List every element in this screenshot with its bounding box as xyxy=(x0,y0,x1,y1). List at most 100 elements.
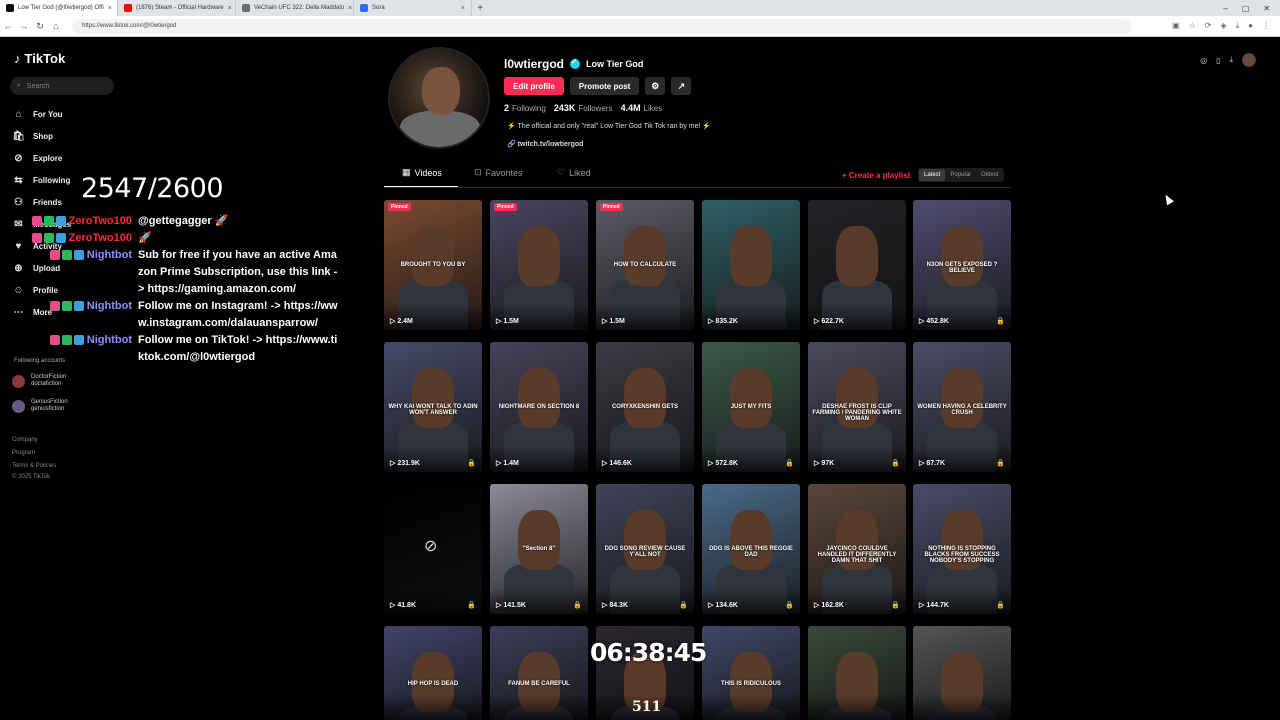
video-card[interactable]: THIS IS RIDICULOUS xyxy=(702,626,800,720)
view-count: 162.8K xyxy=(821,602,844,609)
sort-popular[interactable]: Popular xyxy=(945,169,976,181)
video-card[interactable]: N3ON GETS EXPOSED ? BELIEVE ▷ 452.8K 🔒 xyxy=(913,200,1011,330)
lock-icon: 🔒 xyxy=(891,602,900,609)
video-views: ▷ 2.4M xyxy=(390,317,413,325)
video-card[interactable]: NOTHING IS STOPPING BLACKS FROM SUCCESS … xyxy=(913,484,1011,614)
video-card[interactable]: ▷ 835.2K xyxy=(702,200,800,330)
maximize-icon[interactable]: ▢ xyxy=(1242,4,1250,13)
tab-close-icon[interactable]: × xyxy=(348,5,352,12)
profile-avatar[interactable] xyxy=(388,47,490,149)
sidebar-item-explore[interactable]: ⊘ Explore xyxy=(12,147,71,169)
following-stat[interactable]: 2 Following xyxy=(504,103,546,113)
forward-icon[interactable]: → xyxy=(16,21,32,31)
thumbnail-shade xyxy=(490,694,588,720)
sort-oldest[interactable]: Oldest xyxy=(976,169,1003,181)
sidebar-item-for-you[interactable]: ⌂ For You xyxy=(12,103,71,125)
window-controls: – ▢ ✕ xyxy=(1223,0,1276,16)
browser-tab[interactable]: Sora × xyxy=(354,0,472,16)
browser-tab[interactable]: Low Tier God (@l0wtiergod) Offi × xyxy=(0,0,118,16)
chat-badge-icon xyxy=(73,250,84,260)
edit-profile-button[interactable]: Edit profile xyxy=(504,77,564,95)
tab-close-icon[interactable]: × xyxy=(461,5,465,12)
video-card[interactable]: WOMEN HAVING A CELEBRITY CRUSH ▷ 87.7K 🔒 xyxy=(913,342,1011,472)
video-card[interactable]: Pinned BROUGHT TO YOU BY ▷ 2.4M xyxy=(384,200,482,330)
user-avatar[interactable] xyxy=(1242,53,1256,67)
tiktok-logo[interactable]: ♪ TikTok xyxy=(14,51,65,66)
video-card[interactable]: JUST MY FITS ▷ 572.8K 🔒 xyxy=(702,342,800,472)
chat-text: @gettegagger 🚀 xyxy=(138,215,229,227)
browser-tab[interactable]: (1876) Steam - Official Hardware × xyxy=(118,0,236,16)
profile-link[interactable]: 🔗 twitch.tv/lowtiergod xyxy=(507,140,583,148)
view-count: 1.4M xyxy=(503,460,519,467)
video-card[interactable]: DDG IS ABOVE THIS REGGIE DAD ▷ 134.6K 🔒 xyxy=(702,484,800,614)
create-playlist-button[interactable]: + Create a playlist xyxy=(842,171,910,180)
new-tab-button[interactable]: + xyxy=(472,3,488,14)
back-icon[interactable]: ← xyxy=(0,21,16,31)
extension-icon[interactable]: ▣ xyxy=(1172,21,1180,31)
video-card[interactable]: HIP HOP IS DEAD xyxy=(384,626,482,720)
following-icon: ⇆ xyxy=(14,174,23,186)
view-count: 1.5M xyxy=(503,318,519,325)
footer-company[interactable]: Company xyxy=(12,434,56,447)
video-views: ▷ 84.3K xyxy=(602,601,628,609)
video-views: ▷ 141.5K xyxy=(496,601,526,609)
tab-close-icon[interactable]: × xyxy=(108,5,112,12)
search-icon: ⌕ xyxy=(17,82,21,89)
video-card[interactable]: ▷ 622.7K xyxy=(808,200,906,330)
sidebar-item-following[interactable]: ⇆ Following xyxy=(12,169,71,191)
tab-close-icon[interactable]: × xyxy=(228,5,232,12)
minimize-icon[interactable]: – xyxy=(1223,4,1227,13)
sidebar-item-shop[interactable]: 🛍 Shop xyxy=(12,125,71,147)
profile-icon[interactable]: ● xyxy=(1248,21,1253,31)
video-card[interactable]: DESHAE FROST IS CLIP FARMING / PANDERING… xyxy=(808,342,906,472)
tab-videos[interactable]: ▦ Videos xyxy=(402,167,442,178)
followed-account[interactable]: GeniusFiction geniusfiction xyxy=(12,399,68,413)
chat-text: Sub for free if you have an active Amazo… xyxy=(138,249,338,295)
downloads-icon[interactable]: ⤓ xyxy=(1236,21,1240,31)
sidebar-item-friends[interactable]: ⚇ Friends xyxy=(12,191,71,213)
download-icon[interactable]: ⤓ xyxy=(1229,55,1233,65)
extension-icon[interactable]: ◈ xyxy=(1220,21,1226,31)
video-card[interactable]: CORYXKENSHIN GETS ▷ 146.6K xyxy=(596,342,694,472)
menu-icon[interactable]: ⋮ xyxy=(1262,21,1270,31)
followers-label: Followers xyxy=(578,104,613,113)
account-name: DoctorFiction xyxy=(31,374,67,380)
footer-program[interactable]: Program xyxy=(12,447,56,460)
coins-icon[interactable]: ◎ xyxy=(1200,56,1207,65)
settings-gear-icon[interactable]: ⚙ xyxy=(645,77,666,95)
followers-stat[interactable]: 243K Followers xyxy=(554,103,613,113)
chat-username: Nightbot xyxy=(86,249,132,261)
video-card[interactable] xyxy=(808,626,906,720)
tab-favorites[interactable]: ⊡ Favorites xyxy=(474,167,523,178)
video-card[interactable]: JAYCINCO COULDVE HANDLED IT DIFFERENTLY … xyxy=(808,484,906,614)
footer-terms[interactable]: Terms & Policies xyxy=(12,460,56,473)
video-card[interactable] xyxy=(913,626,1011,720)
video-caption: "Section 8" xyxy=(522,546,556,552)
video-card[interactable]: DDG SONG REVIEW CAUSE Y'ALL NOT ▷ 84.3K 🔒 xyxy=(596,484,694,614)
profile-bio: ⚡ The official and only "real" Low Tier … xyxy=(507,123,712,130)
video-card[interactable]: ⊘ ▷ 41.8K 🔒 xyxy=(384,484,482,614)
close-window-icon[interactable]: ✕ xyxy=(1263,4,1270,13)
url-input[interactable]: https://www.tiktok.com/@l0wtiergod xyxy=(72,18,1132,34)
share-icon[interactable]: ↗ xyxy=(671,77,692,95)
video-card[interactable]: FANUM BE CAREFUL xyxy=(490,626,588,720)
video-card[interactable]: Pinned ▷ 1.5M xyxy=(490,200,588,330)
video-card[interactable]: WHY KAI WONT TALK TO ADIN WON'T ANSWER ▷ … xyxy=(384,342,482,472)
followed-account[interactable]: DoctorFiction doctafiction xyxy=(12,374,66,388)
compass-icon: ⊘ xyxy=(14,152,23,164)
bookmark-star-icon[interactable]: ☆ xyxy=(1189,21,1196,31)
phone-icon[interactable]: ▯ xyxy=(1216,56,1220,65)
video-views: ▷ 1.5M xyxy=(602,317,625,325)
video-card[interactable]: NIGHTMARE ON SECTION 8 ▷ 1.4M xyxy=(490,342,588,472)
video-card[interactable]: "Section 8" ▷ 141.5K 🔒 xyxy=(490,484,588,614)
browser-tab[interactable]: VeChain UFC 322: Della Maddalo × xyxy=(236,0,354,16)
extension-icon[interactable]: ⟳ xyxy=(1205,21,1212,31)
reload-icon[interactable]: ↻ xyxy=(32,21,48,32)
tabs-divider xyxy=(384,187,1011,188)
search-input[interactable]: ⌕ Search xyxy=(10,77,114,95)
sort-latest[interactable]: Latest xyxy=(919,169,946,181)
home-icon[interactable]: ⌂ xyxy=(48,21,64,31)
video-card[interactable]: Pinned HOW TO CALCULATE ▷ 1.5M xyxy=(596,200,694,330)
promote-post-button[interactable]: Promote post xyxy=(569,77,640,95)
tab-liked[interactable]: ♡ Liked xyxy=(557,167,591,178)
